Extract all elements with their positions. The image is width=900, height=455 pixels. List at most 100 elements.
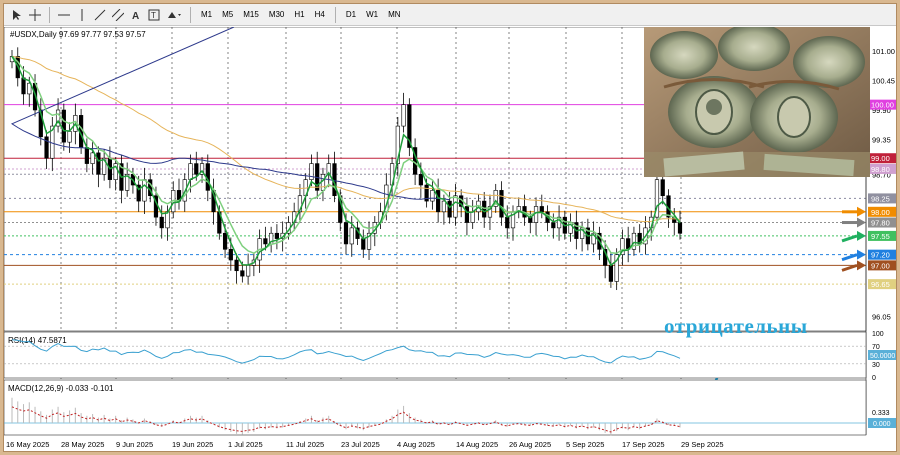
- crosshair-icon[interactable]: [26, 6, 44, 24]
- date-label: 11 Jul 2025: [286, 440, 324, 449]
- date-label: 9 Jun 2025: [116, 440, 153, 449]
- date-label: 23 Jul 2025: [341, 440, 380, 449]
- candle-body: [499, 190, 504, 218]
- macd-scale-label: 0.333: [872, 410, 890, 417]
- level-marker-label: 97.20: [871, 251, 890, 260]
- candle-body: [90, 152, 95, 164]
- timeframe-m30[interactable]: M30: [264, 10, 290, 19]
- candle-body: [441, 200, 446, 213]
- date-label: 17 Sep 2025: [622, 440, 665, 449]
- rsi-scale-label: 100: [872, 331, 884, 338]
- level-marker-label: 98.80: [871, 165, 890, 174]
- timeframe-m1[interactable]: M1: [196, 10, 217, 19]
- candle-body: [21, 77, 26, 95]
- timeframe-h4[interactable]: H4: [310, 10, 330, 19]
- candle-body: [165, 211, 170, 229]
- candle-body: [470, 211, 475, 223]
- svg-text:T: T: [151, 11, 156, 20]
- annotation-text: отрицательны: [664, 314, 808, 338]
- candle-body: [430, 190, 435, 202]
- level-marker-label: 97.80: [871, 219, 890, 228]
- macd-title: MACD(12,26,9) -0.033 -0.101: [8, 384, 114, 393]
- date-label: 19 Jun 2025: [172, 440, 213, 449]
- text-icon[interactable]: A: [127, 6, 145, 24]
- shapes-icon[interactable]: [163, 6, 185, 24]
- hline-icon[interactable]: [55, 6, 73, 24]
- candle-body: [464, 206, 470, 223]
- candle-body: [539, 206, 544, 213]
- timeframe-d1[interactable]: D1: [341, 10, 361, 19]
- timeframe-mn[interactable]: MN: [383, 10, 405, 19]
- date-label: 16 May 2025: [6, 440, 49, 449]
- candle-body: [418, 174, 423, 186]
- drawing-toolbar: A T M1 M5 M15 M30 H1 H4 D1 W1 MN: [4, 4, 896, 26]
- toolbar-separator: [49, 6, 50, 23]
- price-tick-label: 99.35: [872, 135, 891, 144]
- rsi-scale-label: 30: [872, 362, 880, 369]
- rsi-scale-label: 0: [872, 375, 876, 382]
- candle-body: [263, 238, 268, 245]
- candle-body: [453, 195, 458, 218]
- candle-body: [188, 163, 193, 180]
- candle-body: [343, 222, 349, 245]
- candle-body: [447, 200, 452, 218]
- toolbar-separator: [190, 6, 191, 23]
- price-tick-label: 96.05: [872, 312, 891, 321]
- cursor-icon[interactable]: [8, 6, 26, 24]
- date-label: 5 Sep 2025: [566, 440, 604, 449]
- vline-icon[interactable]: [73, 6, 91, 24]
- candle-body: [361, 238, 366, 250]
- timeframe-w1[interactable]: W1: [361, 10, 383, 19]
- level-marker-label: 97.00: [871, 261, 890, 270]
- candle-body: [660, 179, 665, 197]
- candle-body: [349, 227, 354, 245]
- symbol-info: #USDX,Daily 97.69 97.77 97.53 97.57: [10, 30, 146, 39]
- level-marker-label: 99.00: [871, 154, 890, 163]
- date-label: 26 Aug 2025: [509, 440, 551, 449]
- candle-body: [677, 222, 683, 234]
- candle-body: [240, 270, 245, 277]
- candle-body: [274, 232, 279, 239]
- timeframe-h1[interactable]: H1: [289, 10, 309, 19]
- level-marker-label: 98.00: [871, 208, 890, 217]
- terminal-window: A T M1 M5 M15 M30 H1 H4 D1 W1 MN 101.00 1…: [3, 3, 897, 455]
- candle-body: [309, 163, 314, 180]
- price-tick-label: 101.00: [872, 47, 895, 56]
- money-photo: [644, 27, 870, 177]
- date-label: 28 May 2025: [61, 440, 104, 449]
- label-icon[interactable]: T: [145, 6, 163, 24]
- candle-body: [436, 190, 441, 213]
- macd-window: [3, 379, 867, 436]
- candle-body: [67, 131, 72, 143]
- timeframe-m15[interactable]: M15: [238, 10, 264, 19]
- channel-icon[interactable]: [109, 6, 127, 24]
- candle-body: [222, 232, 228, 250]
- candle-body: [84, 147, 89, 164]
- candle-body: [234, 259, 239, 272]
- candle-body: [551, 222, 556, 229]
- timeframe-m5[interactable]: M5: [217, 10, 238, 19]
- candle-body: [61, 109, 66, 143]
- chart-window[interactable]: 101.00 100.45 99.90 99.35 98.70 96.05 100.00 99…: [3, 26, 896, 455]
- candle-body: [401, 104, 406, 127]
- macd-marker-label: 0.000: [873, 421, 891, 428]
- candle-body: [228, 249, 233, 261]
- date-label: 4 Aug 2025: [397, 440, 435, 449]
- candle-body: [246, 265, 251, 277]
- rsi-marker-label: 50.0000: [870, 353, 895, 360]
- candle-body: [194, 163, 199, 175]
- candle-body: [142, 179, 147, 202]
- candle-body: [159, 216, 164, 229]
- svg-text:A: A: [132, 11, 139, 21]
- candle-body: [96, 152, 101, 175]
- date-label: 1 Jul 2025: [228, 440, 263, 449]
- date-label: 14 Aug 2025: [456, 440, 498, 449]
- level-marker-label: 98.25: [871, 194, 890, 203]
- price-tick-label: 100.45: [872, 77, 895, 86]
- toolbar-separator: [334, 6, 336, 23]
- candle-body: [505, 216, 510, 229]
- candle-body: [608, 265, 613, 282]
- date-label: 29 Sep 2025: [681, 440, 724, 449]
- level-marker-label: 97.55: [871, 232, 890, 241]
- trendline-icon[interactable]: [91, 6, 109, 24]
